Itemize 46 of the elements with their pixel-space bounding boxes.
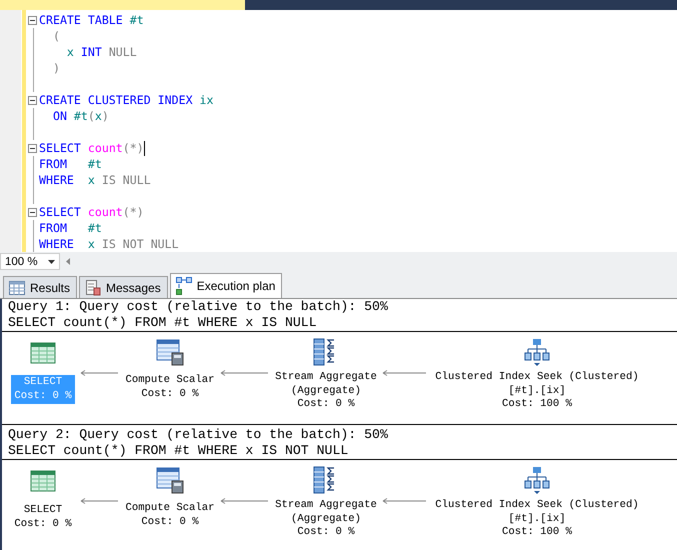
code-line: SELECT count(*): [39, 141, 144, 155]
code-line: CREATE CLUSTERED INDEX ix: [39, 93, 214, 107]
table-calculator-icon: [156, 466, 184, 494]
caret-icon: [48, 260, 55, 264]
code-line: WHERE x IS NULL: [39, 173, 151, 187]
query-statement: SELECT count(*) FROM #t WHERE x IS NULL: [7, 315, 318, 331]
collapse-icon[interactable]: [28, 16, 37, 24]
code-line: SELECT count(*): [39, 205, 144, 219]
query-cost-header: Query 2: Query cost (relative to the batch): 50%: [7, 427, 389, 443]
flow-arrow: [382, 370, 428, 376]
collapse-icon[interactable]: [28, 208, 37, 216]
flow-arrow: [80, 370, 120, 376]
table-calculator-icon: [156, 338, 184, 366]
collapse-icon[interactable]: [28, 96, 37, 104]
code-line: FROM #t: [39, 221, 102, 235]
flow-arrow: [220, 498, 270, 504]
query-statement: SELECT count(*) FROM #t WHERE x IS NOT NULL: [7, 443, 350, 459]
index-tree-icon: [523, 338, 551, 366]
flow-arrow: [220, 370, 270, 376]
flow-arrow: [80, 498, 120, 504]
plan-operator-label[interactable]: Clustered Index Seek (Clustered) [#t].[ix] Cost: 100 %: [432, 498, 642, 540]
code-line: ): [52, 61, 60, 75]
zoom-dropdown[interactable]: 100 %: [0, 253, 60, 270]
code-line: CREATE TABLE #t: [39, 13, 144, 27]
plan-operator-label[interactable]: Stream Aggregate (Aggregate) Cost: 0 %: [272, 370, 380, 412]
code-line: x INT NULL: [66, 45, 137, 59]
plan-operator-label[interactable]: Stream Aggregate (Aggregate) Cost: 0 %: [272, 498, 380, 540]
scroll-left-icon[interactable]: [66, 258, 70, 265]
result-tab[interactable]: Execution plan: [170, 273, 282, 298]
result-tab[interactable]: Messages: [79, 276, 168, 298]
collapse-icon[interactable]: [28, 144, 37, 152]
plan-operator-label[interactable]: Compute Scalar Cost: 0 %: [122, 373, 218, 402]
code-line: (: [52, 29, 60, 43]
flow-arrow: [382, 498, 428, 504]
document-icon: [85, 280, 102, 296]
result-tab[interactable]: Results: [3, 276, 78, 298]
plan-operator-label[interactable]: Compute Scalar Cost: 0 %: [122, 501, 218, 530]
query-cost-header: Query 1: Query cost (relative to the batch): 50%: [7, 299, 389, 315]
plan-operator-label[interactable]: Clustered Index Seek (Clustered) [#t].[ix] Cost: 100 %: [432, 370, 642, 412]
code-line: ON #t(x): [52, 109, 109, 123]
plan-icon: [176, 277, 192, 295]
code-line: WHERE x IS NOT NULL: [39, 237, 179, 251]
code-line: FROM #t: [39, 157, 102, 171]
grid-icon: [9, 280, 25, 294]
plan-operator-label[interactable]: SELECT Cost: 0 %: [11, 503, 75, 532]
index-tree-icon: [523, 466, 551, 494]
